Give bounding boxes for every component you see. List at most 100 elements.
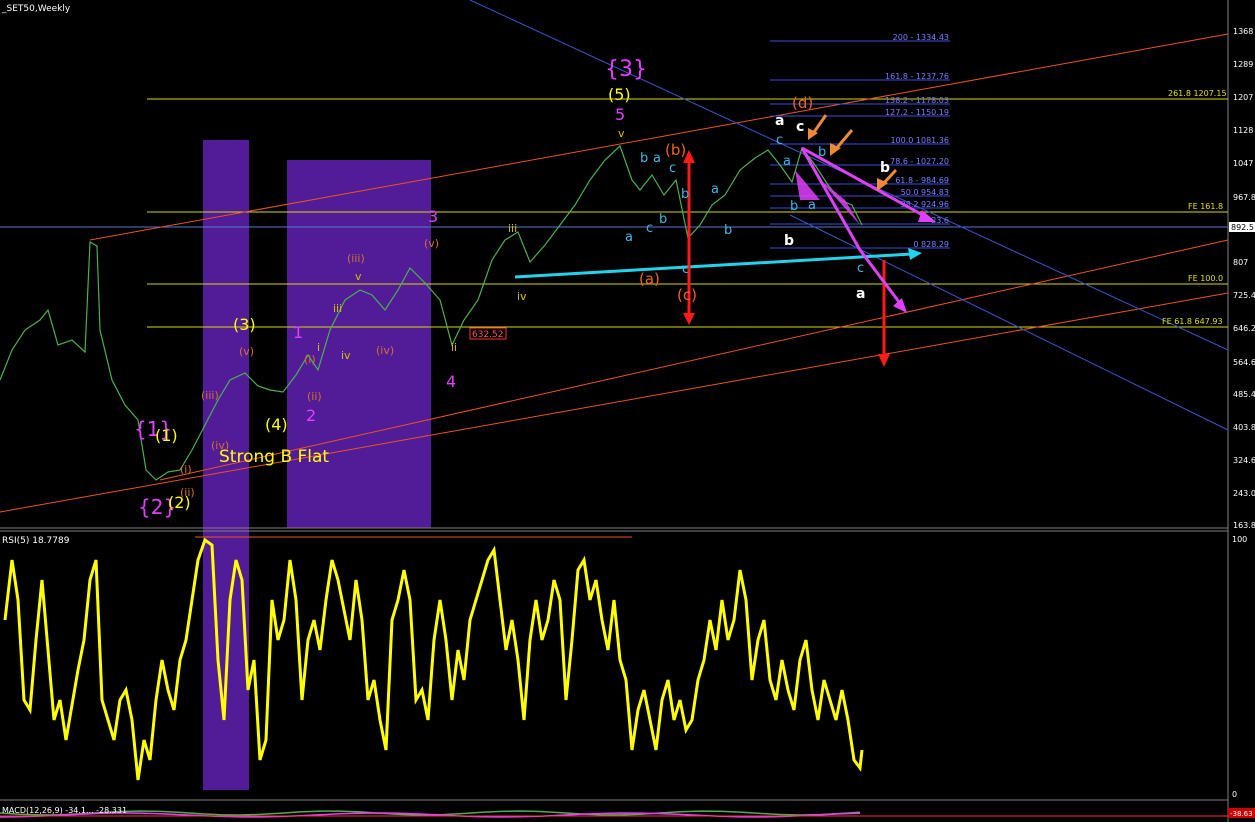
wave-w-a: a xyxy=(775,113,784,129)
fibo-label: 0 828.29 xyxy=(913,240,949,249)
macd-label: MACD(12,26,9) -34.1... -28.331 xyxy=(2,806,127,815)
rsi-label: RSI(5) 18.7789 xyxy=(2,536,70,546)
price-tick-label: 1368 xyxy=(1233,27,1253,36)
wave-m5: 5 xyxy=(615,105,625,124)
price-axis[interactable]: 1368 1289 1207 1128 1047 967.8 892.5 807 725.4 64… xyxy=(1233,27,1255,530)
fibo-label: 161.8 - 1237.76 xyxy=(885,72,949,81)
cyan-trend-arrow xyxy=(514,252,913,279)
rsi-series xyxy=(3,537,864,781)
price-tick-label: 1128 xyxy=(1233,126,1253,135)
wave-c-a2: a xyxy=(653,151,661,166)
wave-sm-iv2: iv xyxy=(517,290,527,303)
wave-c-b1: b xyxy=(640,151,648,166)
wave-ri-v: (v) xyxy=(239,345,254,358)
wave-sm-v: v xyxy=(355,270,362,283)
price-tick-label: 564.6 xyxy=(1233,358,1255,367)
price-tick-label: 403.8 xyxy=(1233,423,1255,432)
wave-oa: (a) xyxy=(639,270,660,288)
ext-261-label: 261.8 1207.15 xyxy=(1168,89,1227,98)
wave-od: (d) xyxy=(792,94,813,112)
wave-ri-v2: (v) xyxy=(424,237,439,250)
fibo-label: 61.8 - 984.69 xyxy=(895,176,949,185)
fibo-label: 127.2 - 1150.19 xyxy=(885,108,949,117)
wave-c-b5: b xyxy=(818,145,826,160)
wave-c-b2: b xyxy=(659,212,667,227)
wave-c-a4: a xyxy=(783,154,791,169)
price-tick-label: 646.2 xyxy=(1233,324,1255,333)
fibo-label: 138.2 - 1178.03 xyxy=(885,96,949,105)
channel-lower xyxy=(0,292,1229,513)
wave-ri-ii2: (ii) xyxy=(307,390,322,403)
price-tag: 632.52 xyxy=(472,330,504,340)
rsi-max-label: 100 xyxy=(1232,535,1247,544)
wave-c-c5: c xyxy=(857,261,864,276)
wave-c-c1: c xyxy=(646,221,653,236)
price-tick-label: 324.6 xyxy=(1233,456,1255,465)
wave-m4: 4 xyxy=(446,372,456,391)
wave-c-c2: c xyxy=(669,161,676,176)
price-tick-label: 807 xyxy=(1233,258,1248,267)
wave-c-c3: c xyxy=(682,262,689,277)
wave-oc: (c) xyxy=(677,286,697,304)
wave-sm-i: i xyxy=(317,341,320,354)
wave-sm-ii: ii xyxy=(451,341,457,354)
wave-p1: (1) xyxy=(155,426,178,445)
red-arrow-down-head-1 xyxy=(683,313,695,325)
wave-sm-iii2: iii xyxy=(508,222,517,235)
wave-p5: (5) xyxy=(608,85,631,104)
wave-big-3: {3} xyxy=(605,57,647,82)
macd-value-tag: -38.63 xyxy=(1230,810,1253,818)
wave-w-c: c xyxy=(796,119,804,135)
wave-sm-iii: iii xyxy=(333,302,342,315)
wave-ob: (b) xyxy=(665,141,686,159)
annotation-strong-b-flat: Strong B Flat xyxy=(219,447,329,467)
wave-m3: 3 xyxy=(428,207,438,226)
wave-c-b-low: b xyxy=(790,199,798,214)
wave-ri-i2: (i) xyxy=(304,353,316,366)
fe-61-label: FE 61.8 647.93 xyxy=(1162,317,1223,326)
price-tick-label: 725.4 xyxy=(1233,291,1255,300)
price-tick-label: 163.8 xyxy=(1233,521,1255,530)
wave-w-b2: b xyxy=(880,160,890,176)
wave-sm-v-top: v xyxy=(618,127,625,140)
wave-m2: 2 xyxy=(306,406,316,425)
price-tick-label: 1289 xyxy=(1233,60,1253,69)
fe-161-label: FE 161.8 xyxy=(1188,202,1223,211)
fibo-label: 200 - 1334.43 xyxy=(893,33,949,42)
rsi-min-label: 0 xyxy=(1232,790,1237,799)
wave-ri-ii: (ii) xyxy=(180,486,195,499)
wave-sm-iv: iv xyxy=(341,349,351,362)
wave-ri-iv: (iv) xyxy=(211,439,229,452)
wave-p3: (3) xyxy=(233,315,256,334)
window-title: _SET50,Weekly xyxy=(1,4,71,14)
chart-canvas[interactable]: 200 - 1334.43 161.8 - 1237.76 138.2 - 1178… xyxy=(0,0,1255,822)
wave-ri-iii: (iii) xyxy=(201,389,219,402)
wave-c-a1: a xyxy=(625,230,633,245)
cyan-arrow-head xyxy=(908,248,922,260)
magenta-arrow-head-2 xyxy=(893,298,907,313)
wave-m1: 1 xyxy=(293,323,303,342)
wave-ri-i: (i) xyxy=(180,463,192,476)
fibo-label: 50.0 954.83 xyxy=(901,188,949,197)
wave-c-a3: a xyxy=(711,182,719,197)
fibo-label: 78.6 - 1027.20 xyxy=(890,157,949,166)
wave-c-a5: a xyxy=(808,198,816,213)
channel-upper xyxy=(89,33,1229,241)
price-tick-label: 485.4 xyxy=(1233,390,1255,399)
price-tick-label: 967.8 xyxy=(1233,193,1255,202)
wave-w-b: b xyxy=(784,233,794,249)
magenta-arrow-2 xyxy=(858,249,904,307)
red-arrow-down-head-2 xyxy=(878,354,890,367)
wave-c-b3: b xyxy=(681,187,689,202)
wave-w-a2: a xyxy=(856,286,865,302)
price-tick-label: 1047 xyxy=(1233,159,1253,168)
fibo-label: 100.0 1081.36 xyxy=(890,136,949,145)
wave-p4: (4) xyxy=(265,415,288,434)
current-price: 892.5 xyxy=(1231,223,1254,232)
wave-c-b4: b xyxy=(724,223,732,238)
price-tick-label: 243.0 xyxy=(1233,489,1255,498)
highlight-box-2 xyxy=(287,160,431,528)
price-tick-label: 1207 xyxy=(1233,93,1253,102)
fe-100-label: FE 100.0 xyxy=(1188,274,1223,283)
wave-ri-iii2: (iii) xyxy=(347,252,365,265)
